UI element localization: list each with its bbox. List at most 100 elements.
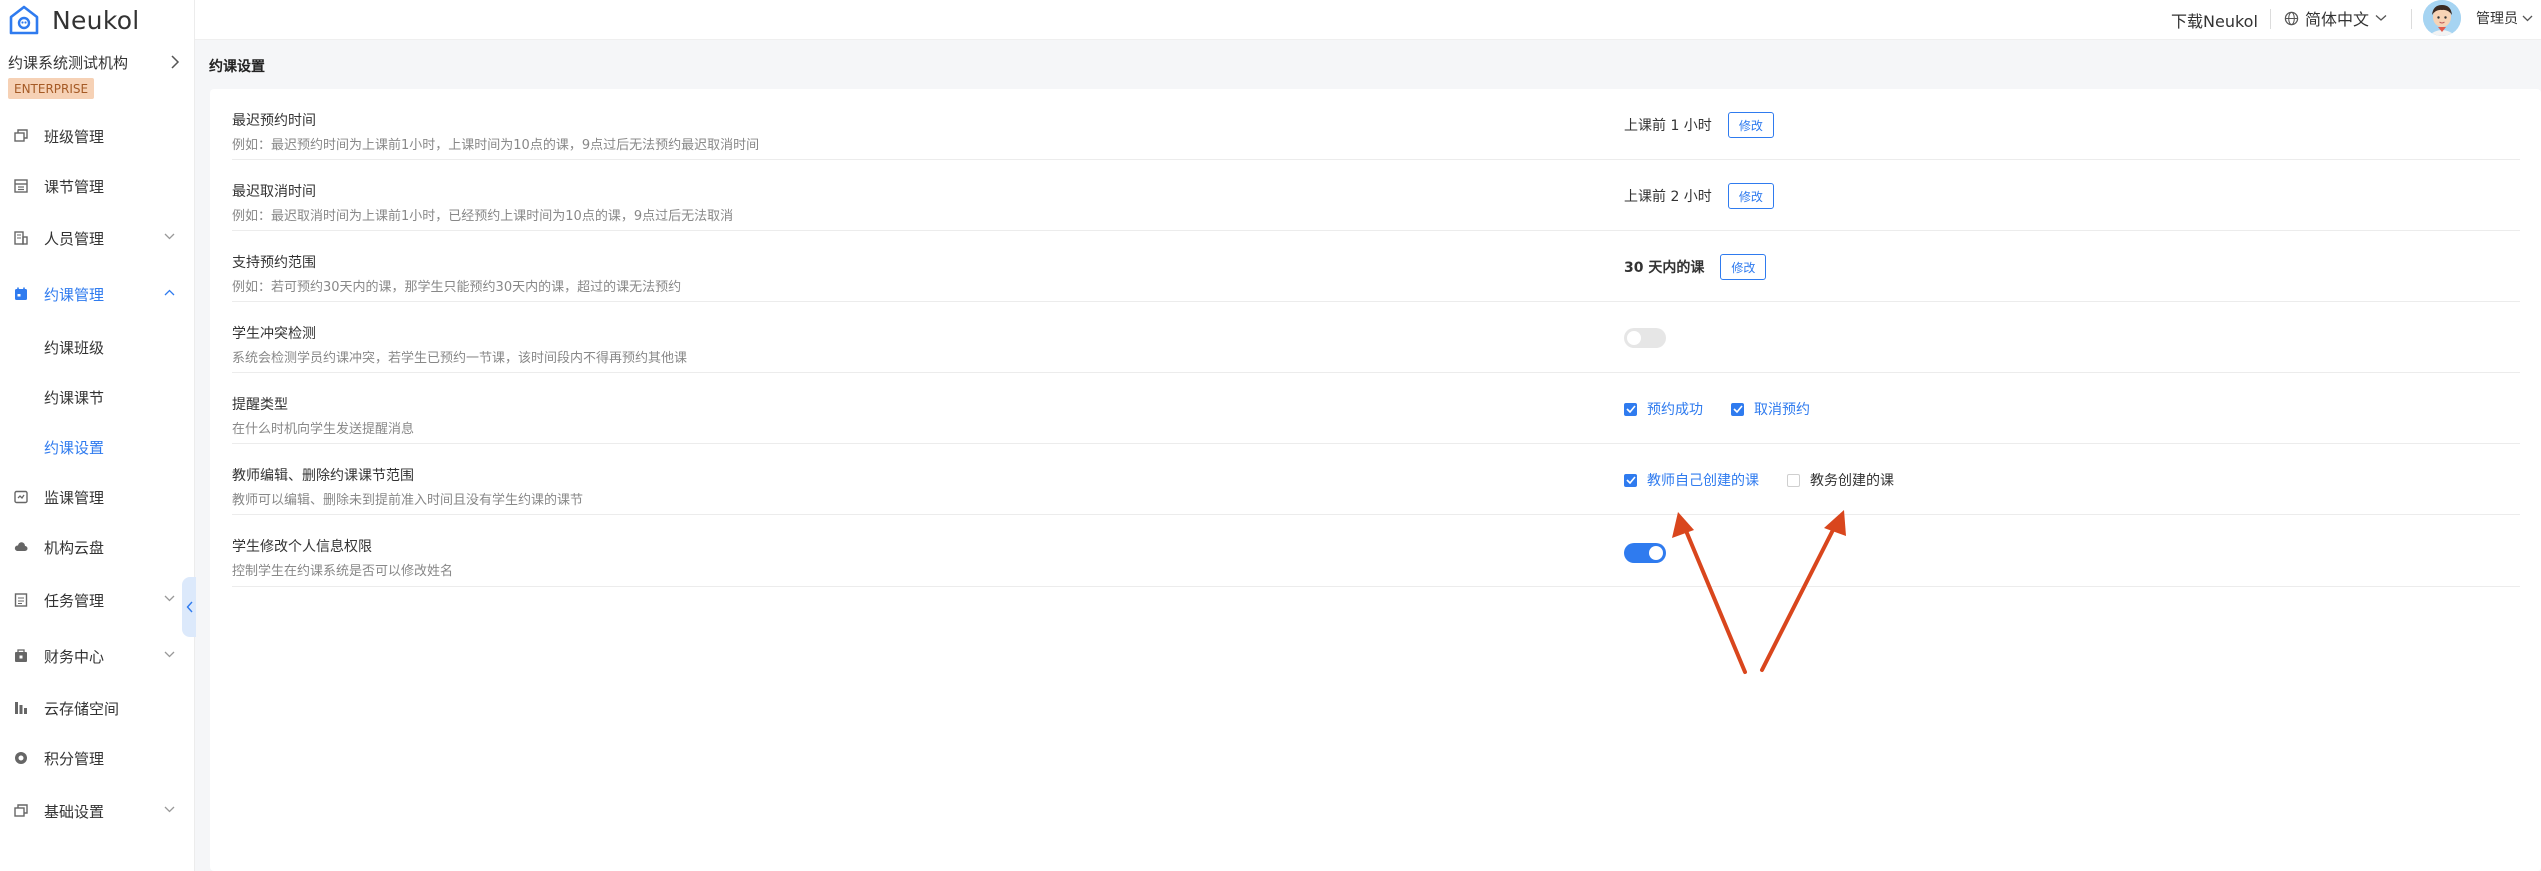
checkbox-unchecked-icon [1787, 473, 1800, 487]
sidebar-item-label: 财务中心 [44, 647, 105, 666]
sidebar-item-monitor[interactable]: 监课管理 [0, 477, 195, 517]
student-profile-toggle[interactable] [1624, 543, 1666, 563]
sidebar-item-lesson[interactable]: 课节管理 [0, 166, 195, 206]
checkbox-label: 取消预约 [1754, 402, 1810, 418]
sidebar-item-label: 机构云盘 [44, 538, 105, 557]
page-header: 约课设置 [195, 41, 2541, 89]
booking-icon [14, 287, 28, 301]
checkbox-checked-icon [1624, 473, 1637, 487]
logo-text: Neukol [52, 5, 140, 35]
checkbox-label: 教师自己创建的课 [1647, 473, 1759, 489]
sidebar-item-label: 云存储空间 [44, 699, 120, 718]
toggle-knob [1627, 331, 1641, 345]
checkbox-teacher-own-lessons[interactable]: 教师自己创建的课 [1624, 470, 1759, 490]
sidebar-item-booking[interactable]: 约课管理 [0, 274, 195, 314]
page-title: 约课设置 [209, 59, 265, 75]
checkbox-label: 教务创建的课 [1810, 473, 1894, 489]
avatar[interactable] [2423, 0, 2461, 36]
class-icon [14, 129, 28, 143]
setting-title: 最迟预约时间 [232, 113, 316, 129]
sidebar-subitem-booking-class[interactable]: 约课班级 [0, 329, 195, 365]
setting-title: 最迟取消时间 [232, 184, 316, 200]
setting-value: 上课前 2 小时 [1624, 189, 1712, 205]
sidebar-item-settings[interactable]: 基础设置 [0, 791, 195, 831]
monitor-icon [14, 490, 28, 504]
setting-title: 学生修改个人信息权限 [232, 539, 372, 555]
sidebar-item-label: 课节管理 [44, 177, 105, 196]
setting-control: 30 天内的课 修改 [1624, 254, 1767, 280]
checkbox-checked-icon [1624, 402, 1637, 416]
sidebar-subitem-booking-settings[interactable]: 约课设置 [0, 429, 195, 465]
task-icon [14, 593, 28, 607]
setting-control [1624, 325, 1666, 351]
checkbox-cancel-booking[interactable]: 取消预约 [1731, 399, 1810, 419]
sidebar-collapse-handle[interactable] [182, 577, 196, 637]
checkbox-booking-success[interactable]: 预约成功 [1624, 399, 1703, 419]
language-selector[interactable]: 简体中文 [2284, 8, 2387, 29]
setting-row-teacher-edit-scope: 教师编辑、删除约课课节范围 教师可以编辑、删除未到提前准入时间且没有学生约课的课… [232, 444, 2520, 515]
sidebar-item-people[interactable]: 人员管理 [0, 218, 195, 258]
org-name: 约课系统测试机构 [8, 53, 129, 72]
setting-title: 提醒类型 [232, 397, 288, 413]
storage-icon [14, 701, 28, 715]
sidebar-subitem-label: 约课课节 [44, 388, 105, 407]
chevron-down-icon [164, 651, 175, 658]
people-icon [14, 231, 28, 245]
top-bar: 下载Neukol 简体中文 管理员 [195, 0, 2541, 40]
setting-desc: 例如：最迟取消时间为上课前1小时，已经预约上课时间为10点的课，9点过后无法取消 [232, 209, 734, 224]
edit-button[interactable]: 修改 [1727, 112, 1774, 138]
sidebar-item-points[interactable]: 积分管理 [0, 738, 195, 778]
setting-row-booking-range: 支持预约范围 例如：若可预约30天内的课，那学生只能预约30天内的课，超过的课无… [232, 231, 2520, 302]
user-menu[interactable]: 管理员 [2476, 9, 2533, 27]
setting-control: 上课前 1 小时 修改 [1624, 112, 1774, 138]
toggle-knob [1649, 546, 1663, 560]
cloud-icon [14, 540, 28, 554]
setting-control: 上课前 2 小时 修改 [1624, 183, 1774, 209]
setting-desc: 系统会检测学员约课冲突，若学生已预约一节课，该时间段内不得再预约其他课 [232, 351, 688, 366]
sidebar-subitem-booking-lesson[interactable]: 约课课节 [0, 379, 195, 415]
sidebar-item-label: 监课管理 [44, 488, 105, 507]
download-app-link[interactable]: 下载Neukol [2171, 8, 2258, 32]
conflict-check-toggle[interactable] [1624, 328, 1666, 348]
sidebar-item-label: 约课管理 [44, 285, 105, 304]
sidebar-item-label: 人员管理 [44, 229, 105, 248]
sidebar-item-task[interactable]: 任务管理 [0, 580, 195, 620]
sidebar-item-cloud[interactable]: 机构云盘 [0, 527, 195, 567]
setting-row-latest-cancel: 最迟取消时间 例如：最迟取消时间为上课前1小时，已经预约上课时间为10点的课，9… [232, 160, 2520, 231]
logo[interactable]: Neukol [8, 2, 140, 38]
edit-button[interactable]: 修改 [1720, 254, 1767, 280]
sidebar-item-finance[interactable]: 财务中心 [0, 636, 195, 676]
sidebar-subitem-label: 约课设置 [44, 438, 105, 457]
sidebar-item-storage[interactable]: 云存储空间 [0, 688, 195, 728]
setting-desc: 例如：最迟预约时间为上课前1小时，上课时间为10点的课，9点过后无法预约最迟取消… [232, 138, 760, 153]
setting-desc: 控制学生在约课系统是否可以修改姓名 [232, 564, 454, 579]
checkbox-admin-lessons[interactable]: 教务创建的课 [1787, 470, 1894, 490]
sidebar: Neukol 约课系统测试机构 ENTERPRISE 班级管理 课节管理 人员管… [0, 0, 195, 871]
points-icon [14, 751, 28, 765]
chevron-right-icon [170, 55, 180, 69]
globe-icon [2284, 11, 2299, 26]
chevron-up-icon [164, 289, 175, 296]
edit-button[interactable]: 修改 [1727, 183, 1774, 209]
org-switcher[interactable]: 约课系统测试机构 [8, 50, 180, 74]
divider [2411, 9, 2412, 29]
chevron-down-icon [164, 233, 175, 240]
checkbox-label: 预约成功 [1647, 402, 1703, 418]
chevron-down-icon [2375, 14, 2387, 22]
setting-desc: 教师可以编辑、删除未到提前准入时间且没有学生约课的课节 [232, 493, 584, 508]
divider [2270, 9, 2271, 29]
sidebar-item-label: 任务管理 [44, 591, 105, 610]
sidebar-item-label: 基础设置 [44, 802, 105, 821]
lesson-icon [14, 179, 28, 193]
chevron-left-icon [186, 601, 193, 613]
sidebar-item-label: 班级管理 [44, 127, 105, 146]
setting-row-latest-booking: 最迟预约时间 例如：最迟预约时间为上课前1小时，上课时间为10点的课，9点过后无… [232, 89, 2520, 160]
sidebar-subitem-label: 约课班级 [44, 338, 105, 357]
setting-control: 教师自己创建的课 教务创建的课 [1624, 467, 1922, 493]
sidebar-item-class[interactable]: 班级管理 [0, 116, 195, 156]
sidebar-item-label: 积分管理 [44, 749, 105, 768]
user-name: 管理员 [2476, 11, 2518, 27]
chevron-down-icon [164, 806, 175, 813]
checkbox-checked-icon [1731, 402, 1744, 416]
setting-title: 支持预约范围 [232, 255, 316, 271]
